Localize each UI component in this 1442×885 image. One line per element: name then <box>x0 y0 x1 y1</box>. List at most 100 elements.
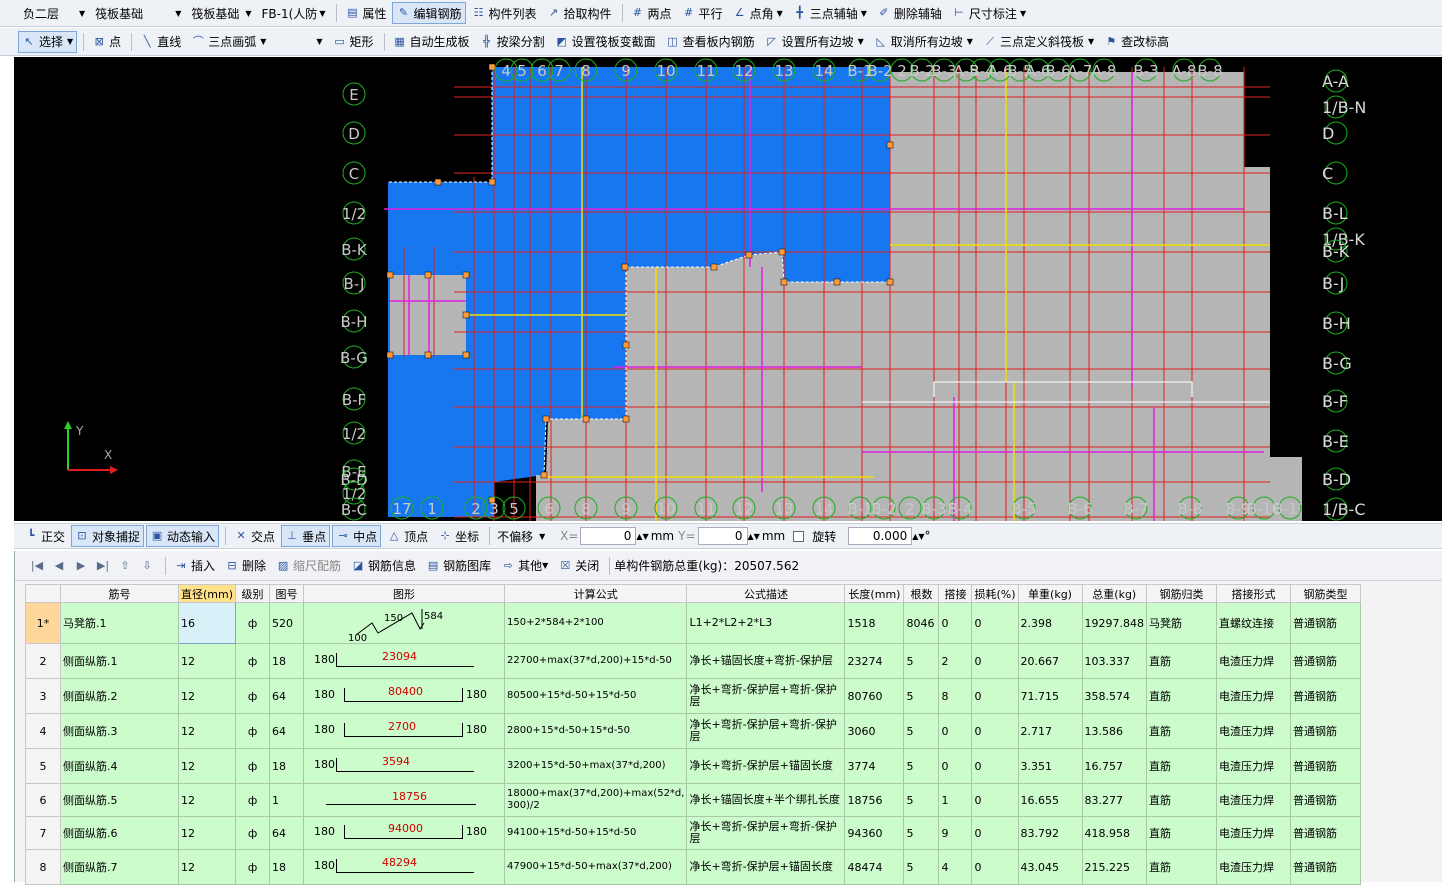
rebar-table[interactable]: 筋号 直径(mm) 级别 图号 图形 计算公式 公式描述 长度(mm) 根数 搭… <box>25 584 1361 885</box>
cell-count[interactable]: 5 <box>903 713 940 749</box>
type-select[interactable]: 筏板基础 ▼ <box>188 3 254 23</box>
select-button[interactable]: ↖ 选择 ▼ <box>18 30 78 53</box>
header-col[interactable]: 总重(kg) <box>1081 584 1147 603</box>
cell-name[interactable]: 侧面纵筋.6 <box>60 816 179 850</box>
cancel-all-slope-button[interactable]: ◺ 取消所有边坡 ▼ <box>870 31 977 53</box>
cell-lap[interactable]: 0 <box>938 602 973 644</box>
cell-loss[interactable]: 0 <box>971 678 1019 714</box>
object-snap-toggle[interactable]: ⊡ 对象捕捉 <box>71 525 145 547</box>
header-col[interactable]: 公式描述 <box>686 584 846 603</box>
cell-unit-weight[interactable]: 2.717 <box>1017 713 1083 749</box>
cell-lap-form[interactable]: 直螺纹连接 <box>1216 602 1291 644</box>
cell-grade[interactable]: ф <box>235 783 271 817</box>
cell-figure-no[interactable]: 64 <box>269 816 305 850</box>
next-icon[interactable]: ▶ <box>73 559 89 572</box>
cell-loss[interactable]: 0 <box>971 816 1019 850</box>
perpendicular-snap[interactable]: ⊥ 垂点 <box>281 525 331 547</box>
other-button[interactable]: ⇨ 其他 ▼ <box>497 555 552 577</box>
header-col[interactable]: 钢筋类型 <box>1290 584 1361 603</box>
cell-description[interactable]: 净长+弯折-保护层+锚固长度 <box>686 748 846 784</box>
rotate-checkbox[interactable] <box>793 530 805 542</box>
cell-loss[interactable]: 0 <box>971 748 1019 784</box>
cell-diameter[interactable]: 12 <box>177 816 237 850</box>
cell-grade[interactable]: ф <box>235 748 271 784</box>
cell-name[interactable]: 侧面纵筋.3 <box>60 713 179 749</box>
point-angle-button[interactable]: ∠ 点角 ▼ <box>729 2 787 24</box>
header-col[interactable]: 搭接形式 <box>1216 584 1291 603</box>
vertex-snap[interactable]: △ 顶点 <box>383 525 432 547</box>
cell-count[interactable]: 5 <box>903 678 940 714</box>
cell-description[interactable]: 净长+弯折-保护层+弯折-保护层 <box>686 678 846 714</box>
cell-rebar-type[interactable]: 普通钢筋 <box>1290 783 1361 817</box>
cell-count[interactable]: 5 <box>903 849 940 885</box>
drawing[interactable]: 4 5 6 7 8 9 10 11 12 13 14 B-1B-2 2 B-2B-3A-5B-4A-6B-… <box>14 57 1302 521</box>
arc-button[interactable]: ⌒ 三点画弧 ▼ ▼ <box>187 31 326 53</box>
row-number[interactable]: 3 <box>25 678 61 714</box>
three-point-slope-button[interactable]: ⟋ 三点定义斜筏板 ▼ <box>979 31 1098 53</box>
cell-grade[interactable]: ф <box>235 849 271 885</box>
cell-diameter[interactable]: 12 <box>177 849 237 885</box>
header-col[interactable]: 单重(kg) <box>1017 584 1083 603</box>
cell-unit-weight[interactable]: 20.667 <box>1017 643 1083 679</box>
close-button[interactable]: ☒ 关闭 <box>554 555 603 577</box>
midpoint-snap[interactable]: ⊸ 中点 <box>332 525 382 547</box>
cell-lap-form[interactable]: 电渣压力焊 <box>1216 816 1291 850</box>
insert-button[interactable]: ⇥ 插入 <box>170 555 219 577</box>
cell-rebar-type[interactable]: 普通钢筋 <box>1290 816 1361 850</box>
cell-lap[interactable]: 0 <box>938 713 973 749</box>
table-row[interactable]: 2 侧面纵筋.1 12 ф 18 180 23094 22700+max(37*d,200)+… <box>25 643 1361 679</box>
row-number[interactable]: 7 <box>25 816 61 850</box>
row-number[interactable]: 4 <box>25 713 61 749</box>
cell-loss[interactable]: 0 <box>971 713 1019 749</box>
cell-length[interactable]: 3060 <box>844 713 905 749</box>
cell-figure-no[interactable]: 64 <box>269 713 305 749</box>
cell-lap[interactable]: 1 <box>938 783 973 817</box>
header-col[interactable]: 计算公式 <box>504 584 688 603</box>
cell-rebar-type[interactable]: 普通钢筋 <box>1290 849 1361 885</box>
cell-rebar-type[interactable]: 普通钢筋 <box>1290 643 1361 679</box>
move-up-icon[interactable]: ⇧ <box>117 559 133 572</box>
cell-rebar-type[interactable]: 普通钢筋 <box>1290 678 1361 714</box>
cell-figure-no[interactable]: 520 <box>269 602 305 644</box>
cell-formula[interactable]: 3200+15*d-50+max(37*d,200) <box>504 748 688 784</box>
table-row[interactable]: 6 侧面纵筋.5 12 ф 1 18756 18000+max(37*d,200)+max(… <box>25 783 1361 817</box>
parallel-button[interactable]: # 平行 <box>678 2 727 24</box>
cell-length[interactable]: 23274 <box>844 643 905 679</box>
cell-lap[interactable]: 9 <box>938 816 973 850</box>
header-col[interactable]: 直径(mm) <box>177 584 237 603</box>
cell-lap-form[interactable]: 电渣压力焊 <box>1216 678 1291 714</box>
cell-category[interactable]: 马凳筋 <box>1146 602 1217 644</box>
delete-aux-button[interactable]: ✐ 删除辅轴 <box>873 2 946 24</box>
cell-category[interactable]: 直筋 <box>1146 713 1217 749</box>
cell-count[interactable]: 5 <box>903 643 940 679</box>
check-elevation-button[interactable]: ⚑ 查改标高 <box>1100 31 1173 53</box>
header-col[interactable]: 图号 <box>269 584 305 603</box>
cell-length[interactable]: 80760 <box>844 678 905 714</box>
last-icon[interactable]: ▶| <box>95 559 111 572</box>
cell-shape[interactable]: 180 2700 180 <box>303 713 506 749</box>
dynamic-input-toggle[interactable]: ▣ 动态输入 <box>146 525 220 547</box>
header-col[interactable]: 钢筋归类 <box>1146 584 1217 603</box>
cell-name[interactable]: 侧面纵筋.1 <box>60 643 179 679</box>
cell-unit-weight[interactable]: 71.715 <box>1017 678 1083 714</box>
cell-lap[interactable]: 8 <box>938 678 973 714</box>
cell-unit-weight[interactable]: 83.792 <box>1017 816 1083 850</box>
rebar-info-button[interactable]: ◪ 钢筋信息 <box>347 555 420 577</box>
cell-category[interactable]: 直筋 <box>1146 643 1217 679</box>
cell-grade[interactable]: ф <box>235 678 271 714</box>
cell-total-weight[interactable]: 215.225 <box>1081 849 1147 885</box>
header-col[interactable]: 搭接 <box>938 584 973 603</box>
offset-mode-select[interactable]: 不偏移 ▼ <box>494 526 552 546</box>
cell-formula[interactable]: 47900+15*d-50+max(37*d,200) <box>504 849 688 885</box>
cell-formula[interactable]: 2800+15*d-50+15*d-50 <box>504 713 688 749</box>
cell-count[interactable]: 5 <box>903 748 940 784</box>
row-number[interactable]: 6 <box>25 783 61 817</box>
ortho-toggle[interactable]: ┗ 正交 <box>20 525 69 547</box>
table-row[interactable]: 3 侧面纵筋.2 12 ф 64 180 80400 180 80500+15*d-50+15*… <box>25 678 1361 714</box>
table-row[interactable]: 5 侧面纵筋.4 12 ф 18 180 3594 3200+15*d-50+max(37*d… <box>25 748 1361 784</box>
floor-select[interactable]: 负二层 ▼ <box>20 3 88 23</box>
cell-name[interactable]: 马凳筋.1 <box>60 602 179 644</box>
cell-rebar-type[interactable]: 普通钢筋 <box>1290 748 1361 784</box>
cell-diameter[interactable]: 12 <box>177 643 237 679</box>
x-input[interactable]: 0 <box>580 527 637 545</box>
